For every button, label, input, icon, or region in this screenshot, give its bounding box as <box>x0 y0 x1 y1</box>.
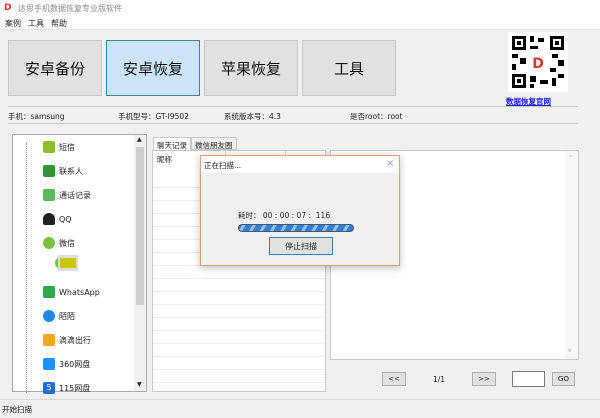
115-drive-icon: 5 <box>43 382 55 394</box>
page-indicator: 1/1 <box>433 375 446 384</box>
momo-icon <box>43 310 55 322</box>
menu-bar: 案例 工具 帮助 <box>0 16 600 30</box>
window-title: 达思手机数据恢复专业版软件 <box>18 4 122 13</box>
detail-scrollbar[interactable]: ^ v <box>565 151 578 359</box>
os-version: 系统版本号：4.3 <box>224 112 281 121</box>
scroll-up-icon[interactable]: ^ <box>568 155 573 162</box>
wechat-account-node[interactable] <box>58 255 78 271</box>
tree-scrollbar[interactable]: ▲ ▼ <box>134 135 146 391</box>
status-text: 开始扫描 <box>2 405 32 414</box>
svg-text:D: D <box>532 56 544 72</box>
root-status: 是否root：root <box>350 112 403 121</box>
menu-tools[interactable]: 工具 <box>28 18 44 29</box>
tab-wechat-moments[interactable]: 微信朋友圈 <box>191 137 237 150</box>
android-recover-button[interactable]: 安卓恢复 <box>106 40 200 96</box>
tree-item-wechat[interactable]: 微信 <box>43 235 75 251</box>
tree-item-360-drive[interactable]: 360网盘 <box>43 356 90 372</box>
stop-scan-button[interactable]: 停止扫描 <box>269 237 333 255</box>
phone-model: 手机型号：GT-I9502 <box>118 112 189 121</box>
tree-item-sms[interactable]: 短信 <box>43 139 75 155</box>
tree-item-call-log[interactable]: 通话记录 <box>43 187 91 203</box>
apple-recover-button[interactable]: 苹果恢复 <box>204 40 298 96</box>
tree-item-115-drive[interactable]: 5 115网盘 <box>43 380 90 396</box>
menu-help[interactable]: 帮助 <box>51 18 67 29</box>
tree-item-qq[interactable]: QQ <box>43 211 72 227</box>
next-page-button[interactable]: >> <box>472 372 496 386</box>
data-type-tree: 短信 联系人 通话记录 QQ 微信 WhatsApp 陌陌 滴滴出行 360网盘… <box>12 134 147 394</box>
app-logo-icon: D <box>4 3 12 13</box>
prev-page-button[interactable]: << <box>382 372 406 386</box>
elapsed-time: 耗时： 00 : 00 : 07 : 116 <box>238 211 331 220</box>
sms-icon <box>43 141 55 153</box>
column-nickname: 昵称 <box>157 155 172 164</box>
tree-item-didi[interactable]: 滴滴出行 <box>43 332 91 348</box>
contacts-icon <box>43 165 55 177</box>
menu-cases[interactable]: 案例 <box>5 18 21 29</box>
scanning-dialog: 正在扫描... × 耗时： 00 : 00 : 07 : 116 停止扫描 <box>200 155 400 266</box>
tree-line <box>26 143 27 393</box>
tree-item-whatsapp[interactable]: WhatsApp <box>43 284 100 300</box>
wechat-icon <box>43 237 55 249</box>
tools-button[interactable]: 工具 <box>302 40 396 96</box>
tab-chat-records[interactable]: 聊天记录 <box>153 137 191 150</box>
divider <box>8 106 578 107</box>
dialog-title: 正在扫描... <box>204 161 242 170</box>
qr-code: D <box>508 32 568 92</box>
page-number-input[interactable] <box>512 371 545 387</box>
scan-progress-bar <box>238 224 354 232</box>
tree-item-momo[interactable]: 陌陌 <box>43 308 75 324</box>
android-backup-button[interactable]: 安卓备份 <box>8 40 102 96</box>
phone-brand: 手机：samsung <box>8 112 65 121</box>
phone-icon <box>43 189 55 201</box>
title-bar: D 达思手机数据恢复专业版软件 <box>0 0 600 16</box>
scroll-down-icon[interactable]: v <box>568 347 572 354</box>
didi-icon <box>43 334 55 346</box>
cloud-icon <box>43 358 55 370</box>
dialog-title-bar: 正在扫描... × <box>201 156 399 173</box>
tree-item-contacts[interactable]: 联系人 <box>43 163 83 179</box>
divider <box>8 123 578 124</box>
whatsapp-icon <box>43 286 55 298</box>
scroll-down-icon[interactable]: ▼ <box>137 381 142 388</box>
qq-penguin-icon <box>43 213 55 225</box>
close-icon[interactable]: × <box>386 158 394 169</box>
scroll-up-icon[interactable]: ▲ <box>137 136 142 143</box>
go-button[interactable]: GO <box>552 372 575 386</box>
scroll-thumb[interactable] <box>136 147 144 305</box>
